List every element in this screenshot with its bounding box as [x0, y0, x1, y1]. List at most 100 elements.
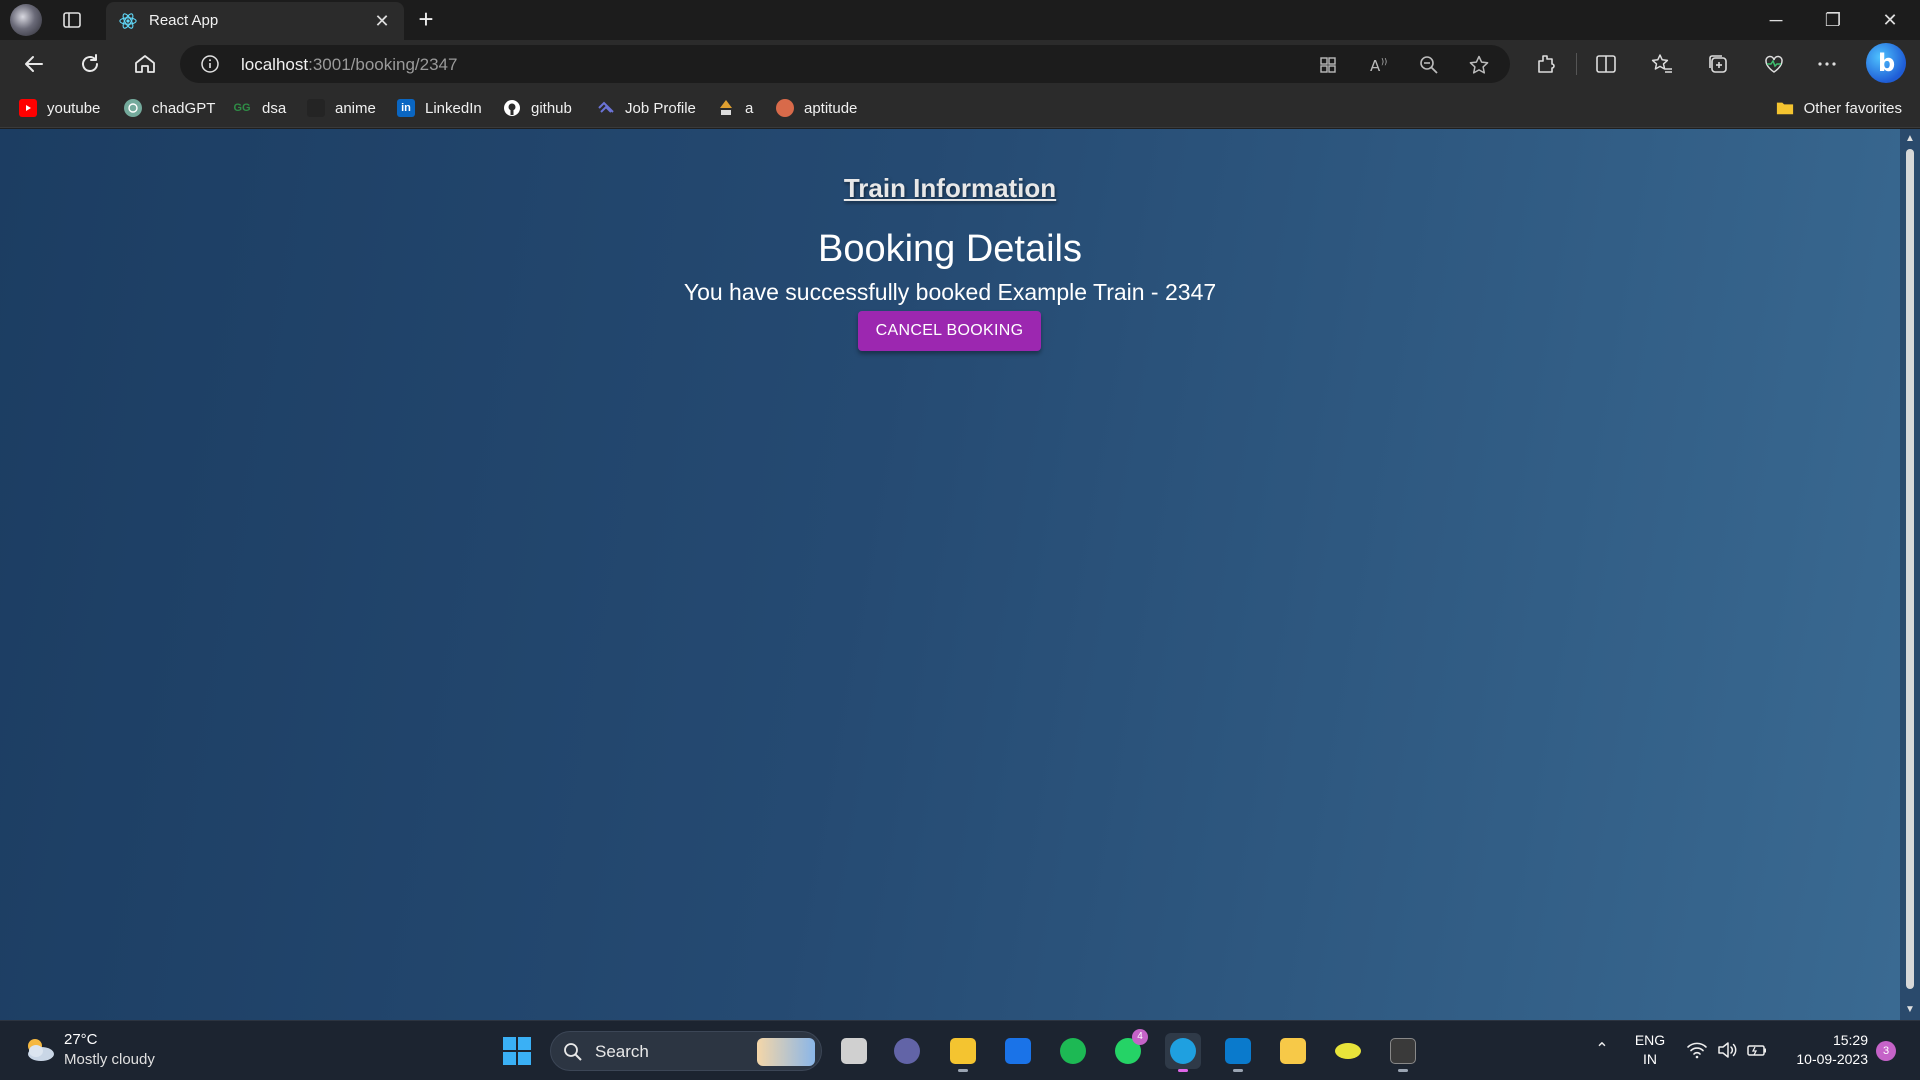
minimize-button[interactable]: ─ [1764, 8, 1788, 32]
edge-icon[interactable] [1165, 1033, 1201, 1072]
tab-react-app[interactable]: React App ✕ [106, 2, 404, 40]
taskbar: 27°C Mostly cloudy Search 4 ⌃ ENG IN 15:… [0, 1020, 1920, 1080]
whatsapp-icon[interactable]: 4 [1110, 1029, 1148, 1069]
app-available-icon[interactable] [1317, 54, 1339, 76]
split-screen-icon[interactable] [1594, 52, 1618, 76]
bookmark-anime[interactable]: anime [307, 97, 376, 119]
mail-icon[interactable] [1000, 1033, 1036, 1069]
language-indicator[interactable]: ENG IN [1630, 1031, 1670, 1069]
bookmark-linkedin[interactable]: in LinkedIn [397, 97, 482, 119]
lemon-app-icon[interactable] [1330, 1033, 1366, 1069]
home-button[interactable] [131, 50, 159, 78]
weather-description[interactable]: Mostly cloudy [64, 1051, 155, 1068]
search-icon [564, 1043, 582, 1061]
back-arrow-icon [25, 56, 43, 72]
terminal-icon[interactable] [1385, 1033, 1421, 1072]
bookmark-github[interactable]: github [503, 97, 572, 119]
anime-icon [307, 99, 325, 117]
bookmark-label: LinkedIn [425, 99, 482, 117]
svg-text:)): )) [1381, 57, 1387, 66]
tab-strip: React App ✕ + ─ ❐ ✕ [0, 0, 1920, 40]
bookmark-a[interactable]: a [717, 97, 753, 119]
scroll-up-arrow-icon[interactable]: ▲ [1905, 134, 1915, 144]
browser-toolbar: localhost:3001/booking/2347 A)) b [0, 40, 1920, 88]
profile-avatar[interactable] [10, 4, 42, 36]
linkedin-icon: in [397, 99, 415, 117]
bookmark-aptitude[interactable]: aptitude [776, 97, 857, 119]
booking-confirmation-message: You have successfully booked Example Tra… [683, 279, 1217, 305]
search-highlight-icon [757, 1038, 815, 1066]
more-options-icon[interactable] [1815, 52, 1839, 76]
site-info-icon[interactable] [200, 54, 220, 74]
bookmark-youtube[interactable]: youtube [19, 97, 100, 119]
svg-text:A: A [1370, 57, 1381, 75]
windows-start-icon[interactable] [502, 1036, 532, 1066]
bookmark-label: dsa [262, 99, 287, 117]
notification-badge[interactable]: 3 [1876, 1041, 1896, 1061]
copilot-icon[interactable]: b [1866, 43, 1906, 83]
weather-cloudy-icon[interactable] [22, 1035, 56, 1063]
bookmark-label: github [531, 99, 572, 117]
home-icon [135, 55, 155, 73]
language-code: ENG [1634, 1032, 1666, 1048]
teams-icon[interactable] [889, 1033, 925, 1069]
collections-icon[interactable] [1706, 52, 1730, 76]
bookmark-chadgpt[interactable]: chadGPT [124, 97, 215, 119]
close-tab-icon[interactable]: ✕ [372, 11, 392, 31]
taskbar-search[interactable]: Search [550, 1031, 822, 1071]
gfg-icon: GG [233, 102, 251, 114]
bookmark-label: anime [335, 99, 376, 117]
weather-temperature[interactable]: 27°C [64, 1031, 98, 1048]
booking-details-heading: Booking Details [817, 228, 1083, 270]
page-scrollbar[interactable]: ▲ ▼ [1900, 129, 1920, 1020]
file-explorer-icon[interactable] [945, 1033, 981, 1072]
cancel-booking-button[interactable]: CANCEL BOOKING [858, 311, 1041, 351]
toolbar-divider [1576, 53, 1577, 75]
clock[interactable]: 15:29 10-09-2023 [1778, 1031, 1868, 1069]
spotify-icon[interactable] [1055, 1033, 1091, 1069]
back-button[interactable] [20, 50, 48, 78]
bookmark-label: chadGPT [152, 99, 216, 117]
bookmark-job-profile[interactable]: Job Profile [597, 97, 696, 119]
restore-button[interactable]: ❐ [1821, 8, 1845, 32]
chatgpt-icon [124, 99, 142, 117]
address-bar[interactable]: localhost:3001/booking/2347 A)) [180, 45, 1510, 83]
extensions-icon[interactable] [1534, 52, 1558, 76]
show-hidden-icons-icon[interactable]: ⌃ [1592, 1039, 1612, 1059]
zoom-out-icon[interactable] [1418, 54, 1440, 76]
url-host: localhost [241, 55, 309, 74]
refresh-button[interactable] [76, 50, 104, 78]
close-window-button[interactable]: ✕ [1878, 8, 1902, 32]
bookmarks-bar: youtube chadGPT GG dsa anime in LinkedIn… [0, 88, 1920, 128]
other-favorites[interactable]: Other favorites [1776, 97, 1902, 119]
bookmark-a-icon [717, 99, 735, 117]
bookmark-label: aptitude [804, 99, 858, 117]
github-icon [503, 99, 521, 117]
task-view-icon[interactable] [836, 1033, 872, 1069]
battery-icon[interactable] [1746, 1040, 1768, 1060]
job-profile-icon [597, 99, 615, 117]
bookmark-dsa[interactable]: GG dsa [232, 97, 286, 119]
favorites-icon[interactable] [1650, 52, 1674, 76]
bookmark-label: youtube [47, 99, 101, 117]
tab-actions-icon[interactable] [62, 10, 82, 30]
read-aloud-icon[interactable]: A)) [1368, 54, 1390, 76]
search-label: Search [595, 1042, 649, 1061]
react-icon [119, 13, 137, 29]
volume-icon[interactable] [1716, 1040, 1738, 1060]
new-tab-button[interactable]: + [414, 6, 438, 32]
url-text[interactable]: localhost:3001/booking/2347 [241, 55, 457, 75]
bookmark-label: a [745, 99, 754, 117]
scroll-thumb[interactable] [1906, 149, 1914, 989]
browser-essentials-icon[interactable] [1762, 52, 1786, 76]
other-favorites-label: Other favorites [1803, 99, 1902, 117]
whatsapp-badge: 4 [1132, 1029, 1148, 1045]
vscode-icon[interactable] [1220, 1033, 1256, 1072]
wifi-icon[interactable] [1686, 1040, 1708, 1060]
refresh-icon [82, 54, 98, 72]
bookmark-label: Job Profile [625, 99, 696, 117]
scroll-down-arrow-icon[interactable]: ▼ [1905, 1005, 1915, 1015]
page-title: Train Information [843, 173, 1057, 203]
favorite-star-icon[interactable] [1468, 54, 1490, 76]
sticky-notes-icon[interactable] [1275, 1033, 1311, 1069]
